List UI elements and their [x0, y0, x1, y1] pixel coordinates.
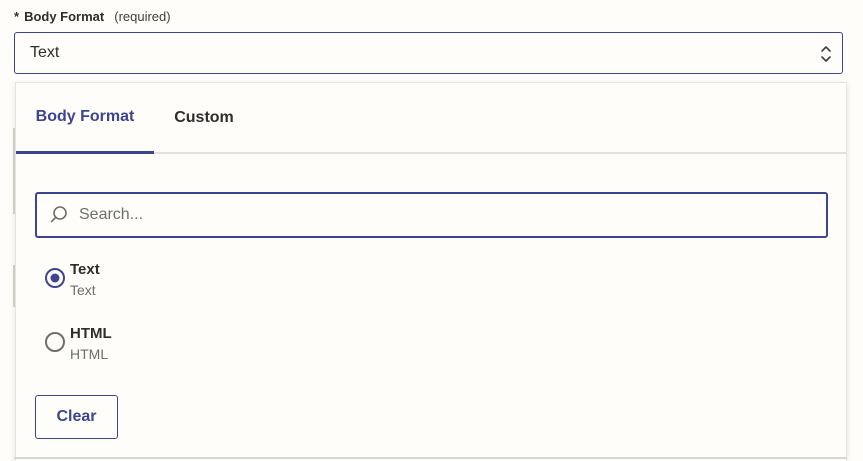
- dropdown-popover: Body Format Custom Text Text HTML HTML C…: [15, 82, 847, 461]
- field-label-text: Body Format: [24, 9, 105, 24]
- tab-custom[interactable]: Custom: [154, 83, 254, 152]
- option-title: HTML: [70, 325, 112, 342]
- tab-bar: Body Format Custom: [16, 83, 846, 154]
- tab-body-format[interactable]: Body Format: [16, 83, 154, 154]
- search-input[interactable]: [77, 205, 781, 225]
- option-text[interactable]: Text Text: [45, 261, 815, 305]
- option-title: Text: [70, 261, 100, 278]
- radio-selected-icon: [45, 268, 65, 288]
- divider: [14, 457, 847, 459]
- selected-value: Text: [30, 44, 60, 61]
- option-subtitle: HTML: [70, 346, 109, 362]
- radio-unselected-icon: [45, 332, 65, 352]
- body-format-select[interactable]: Text: [14, 32, 843, 74]
- search-icon: [50, 206, 67, 223]
- clear-button[interactable]: Clear: [35, 395, 118, 439]
- required-marker: *: [14, 9, 20, 24]
- required-note: (required): [114, 9, 171, 24]
- option-subtitle: Text: [70, 282, 96, 298]
- search-box: [35, 192, 828, 238]
- option-html[interactable]: HTML HTML: [45, 325, 815, 369]
- field-label: * Body Format (required): [14, 9, 171, 24]
- chevron-up-down-icon: [821, 46, 831, 62]
